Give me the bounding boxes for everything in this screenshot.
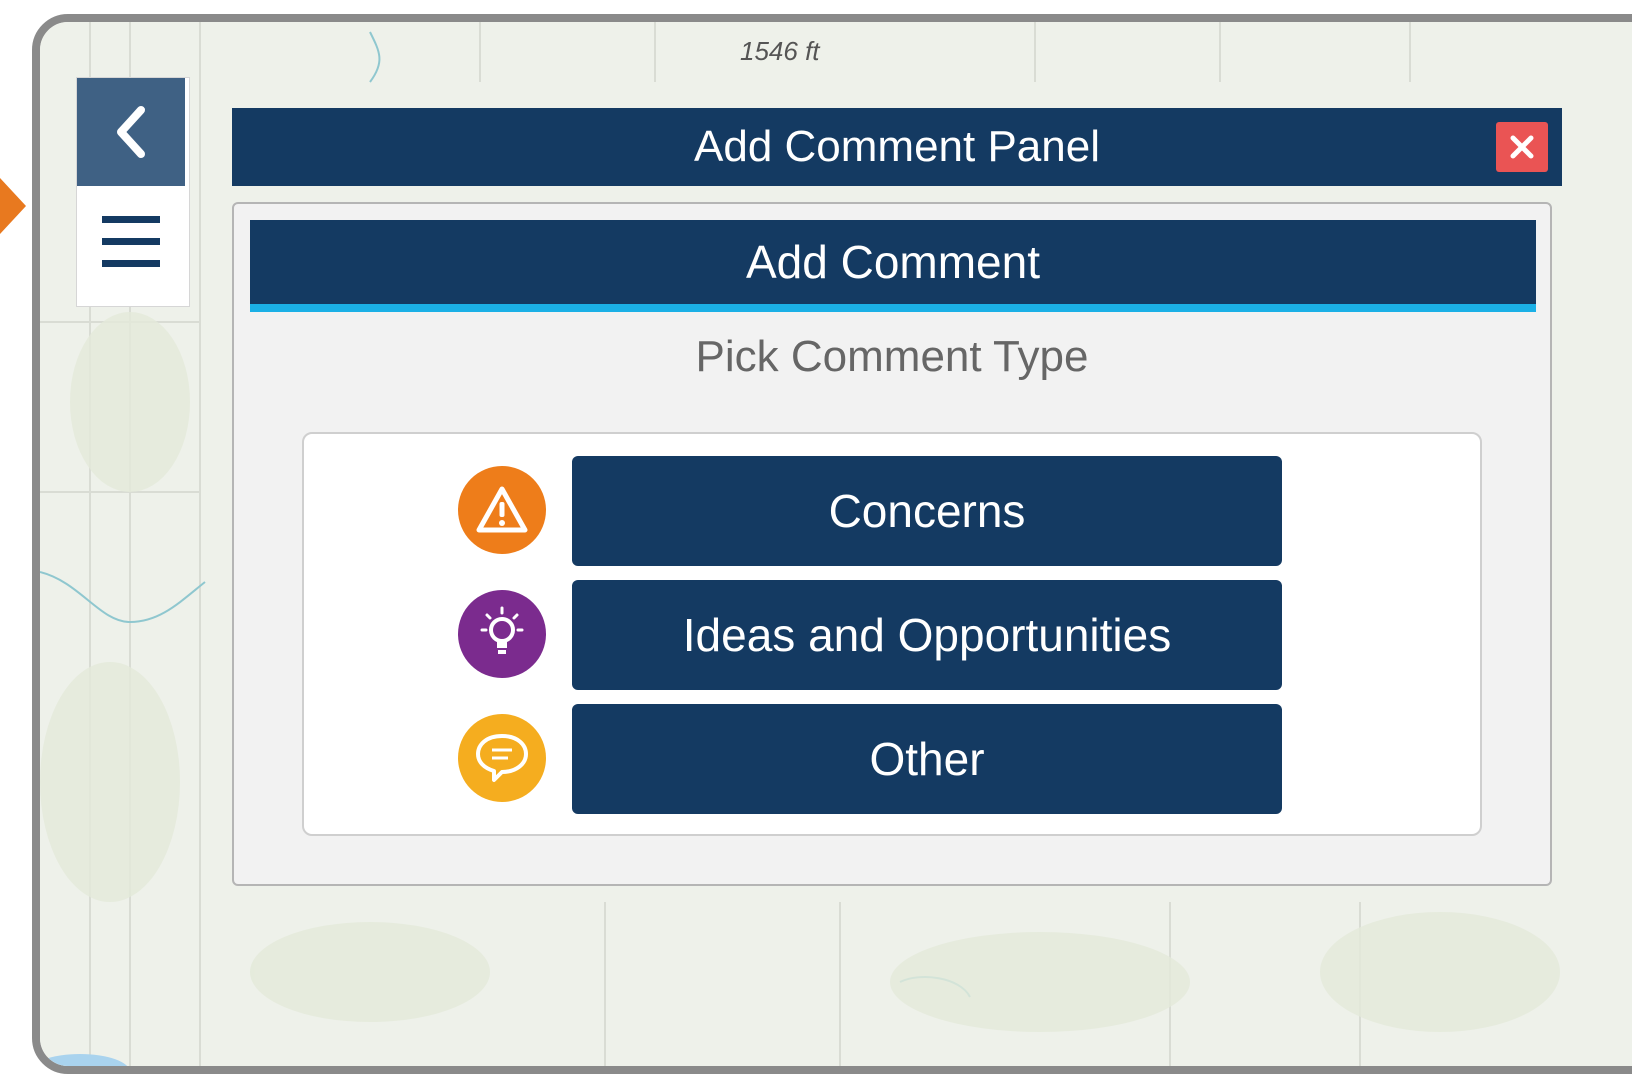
close-panel-button[interactable] xyxy=(1496,122,1548,172)
comment-type-row-other: Other xyxy=(304,704,1480,814)
speech-bubble-icon xyxy=(458,714,546,802)
device-frame: 1546 ft Add Comment Panel Add Comment Pi… xyxy=(32,14,1632,1074)
comment-type-row-ideas: Ideas and Opportunities xyxy=(304,580,1480,690)
comment-type-list: Concerns Ideas and Opportunities Other xyxy=(302,432,1482,836)
hamburger-menu-icon xyxy=(102,216,160,267)
orange-pointer-arrow-icon xyxy=(0,178,26,234)
concerns-button[interactable]: Concerns xyxy=(572,456,1282,566)
other-button[interactable]: Other xyxy=(572,704,1282,814)
add-comment-panel-header: Add Comment Panel xyxy=(232,108,1562,186)
lightbulb-icon xyxy=(458,590,546,678)
chevron-left-icon xyxy=(117,106,145,158)
side-toolbar xyxy=(76,77,190,307)
map-scale-label: 1546 ft xyxy=(740,36,820,66)
back-button[interactable] xyxy=(77,78,185,186)
pick-comment-type-label: Pick Comment Type xyxy=(695,332,1089,381)
comment-type-row-concerns: Concerns xyxy=(304,456,1480,566)
warning-icon xyxy=(458,466,546,554)
close-icon xyxy=(1510,135,1534,159)
panel-title: Add Comment Panel xyxy=(694,122,1100,171)
tab-add-comment[interactable]: Add Comment xyxy=(250,220,1536,312)
menu-button[interactable] xyxy=(77,192,185,292)
ideas-and-opportunities-button[interactable]: Ideas and Opportunities xyxy=(572,580,1282,690)
add-comment-panel-body: Add Comment Pick Comment Type Concerns I… xyxy=(232,202,1552,886)
